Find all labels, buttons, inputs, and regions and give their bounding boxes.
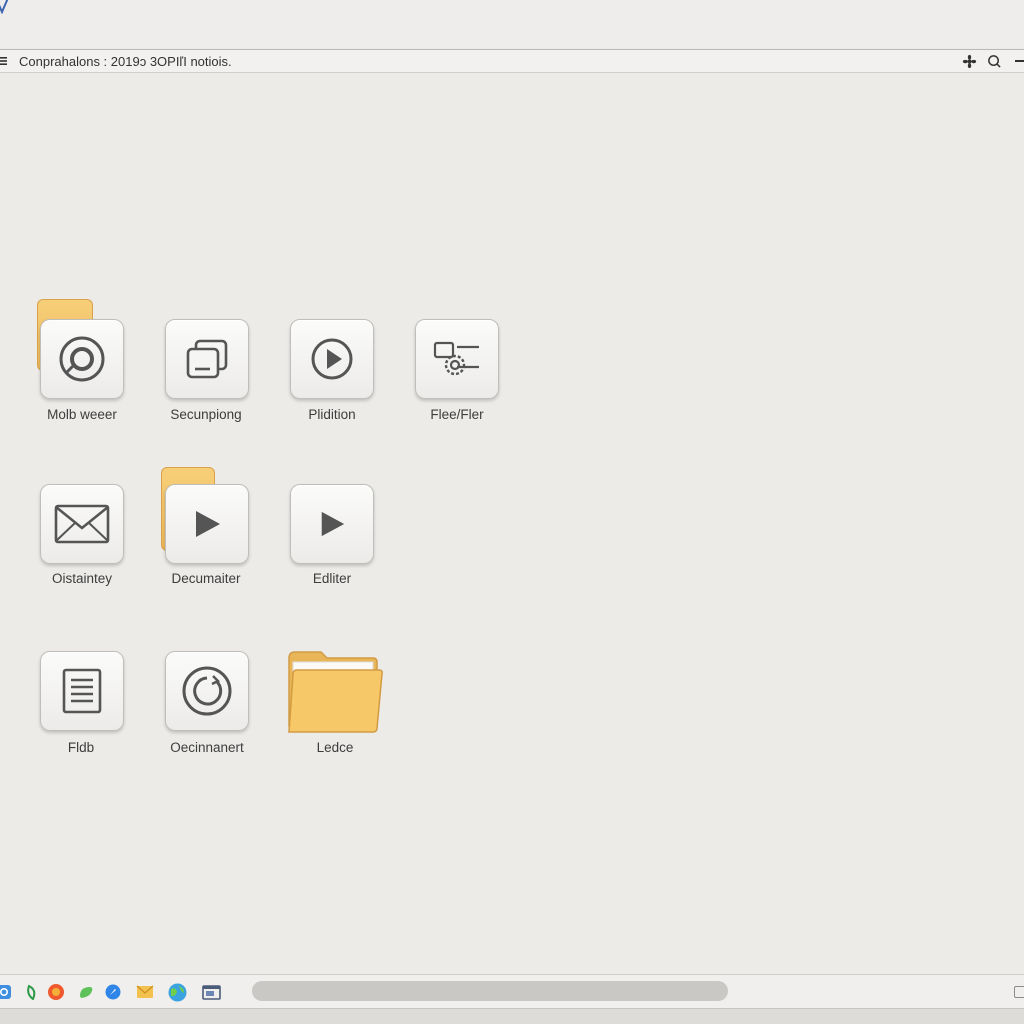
- app-label: Flee/Fler: [430, 407, 484, 422]
- app-logo-icon: [0, 0, 9, 14]
- app-icon-tile[interactable]: [290, 484, 374, 564]
- finder-icon[interactable]: [0, 984, 12, 1000]
- play-triangle-icon: [321, 511, 345, 537]
- desktop: Molb weeer Secunpiong Plidition Flee/Fle…: [0, 74, 1024, 974]
- folder-icon: [288, 651, 383, 733]
- windows-stack-icon: [186, 339, 228, 379]
- scrollbar[interactable]: [252, 981, 728, 1001]
- app-icon-tile[interactable]: [415, 319, 499, 399]
- app-label: Molb weeer: [47, 407, 117, 422]
- app-label: Decumaiter: [171, 571, 241, 586]
- app-icon-tile[interactable]: [40, 319, 124, 399]
- play-triangle-icon: [196, 511, 220, 537]
- app-icon-tile[interactable]: [165, 484, 249, 564]
- safari-icon[interactable]: [105, 984, 121, 1000]
- menu-icon[interactable]: [0, 56, 7, 66]
- window-manager-icon[interactable]: [202, 984, 221, 1000]
- folder-tile[interactable]: [287, 650, 383, 734]
- app-label: Ledce: [316, 740, 354, 755]
- browser-orange-icon[interactable]: [47, 983, 65, 1001]
- minus-icon[interactable]: [1014, 55, 1024, 67]
- app-icon-tile[interactable]: [165, 319, 249, 399]
- app-label: Oistaintey: [51, 571, 113, 586]
- messages-icon[interactable]: [78, 984, 94, 1000]
- play-circle-icon: [311, 338, 353, 380]
- bottom-strip: [0, 1008, 1024, 1024]
- toolbar-title: Conprahalons : 2019ↄ 3OPIľI notiois.: [19, 54, 232, 69]
- app-icon-tile[interactable]: [40, 651, 124, 731]
- globe-icon[interactable]: [168, 983, 187, 1002]
- app-icon-tile[interactable]: [40, 484, 124, 564]
- mail-envelope-icon: [54, 504, 110, 544]
- app-label: Fldb: [67, 740, 95, 755]
- refresh-circle-icon: [182, 666, 232, 716]
- app-label: Secunpiong: [170, 407, 242, 422]
- leaf-app-icon[interactable]: [24, 984, 40, 1000]
- app-icon-tile[interactable]: [290, 319, 374, 399]
- app-icon-tile[interactable]: [165, 651, 249, 731]
- document-lines-icon: [62, 668, 102, 714]
- record-circle-icon: [59, 336, 105, 382]
- taskbar: [0, 974, 1024, 1008]
- top-strip: [0, 0, 1024, 48]
- window-toggle-icon[interactable]: [1014, 986, 1024, 998]
- gear-settings-icon: [433, 341, 479, 376]
- settings-icon[interactable]: [962, 54, 977, 69]
- app-label: Plidition: [308, 407, 356, 422]
- app-label: Oecinnanert: [170, 740, 244, 755]
- app-label: Edliter: [312, 571, 352, 586]
- toolbar: Conprahalons : 2019ↄ 3OPIľI notiois.: [0, 49, 1024, 73]
- mail-icon[interactable]: [136, 984, 154, 1000]
- search-icon[interactable]: [987, 54, 1002, 69]
